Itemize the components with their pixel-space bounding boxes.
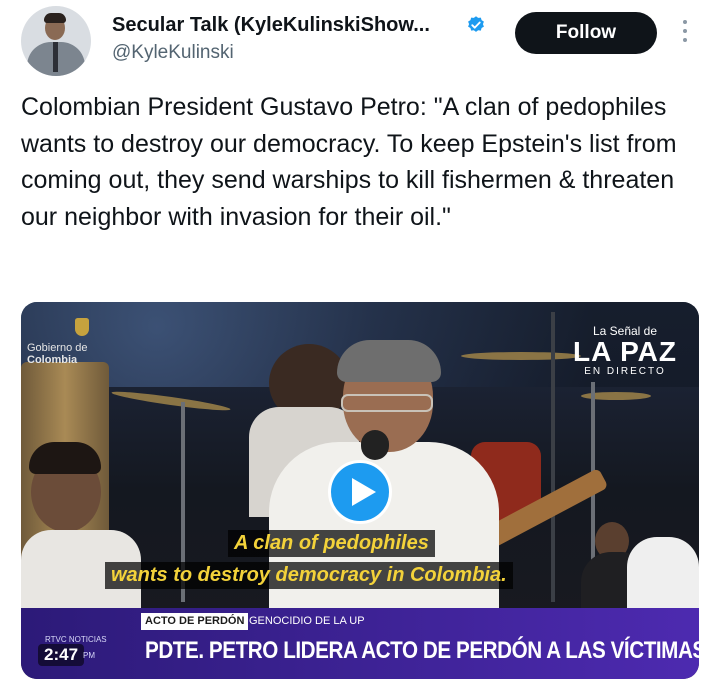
background-person-shirt bbox=[627, 537, 699, 617]
subtitle-line2: wants to destroy democracy in Colombia. bbox=[105, 562, 513, 589]
gov-logo-line2: Colombia bbox=[27, 354, 78, 366]
verified-badge-icon bbox=[468, 16, 484, 32]
author-handle[interactable]: @KyleKulinski bbox=[112, 42, 234, 64]
video-duration: 2:47 bbox=[38, 644, 85, 666]
play-icon bbox=[352, 478, 376, 506]
cymbal bbox=[111, 388, 231, 414]
lower-third-subtitle: GENOCIDIO DE LA UP bbox=[249, 615, 365, 627]
microphone-stand bbox=[551, 312, 555, 602]
musician-hair bbox=[29, 442, 101, 474]
lower-third-headline: PDTE. PETRO LIDERA ACTO DE PERDÓN A LAS … bbox=[145, 637, 699, 664]
play-button[interactable] bbox=[328, 460, 392, 524]
speaker-glasses bbox=[341, 394, 433, 412]
channel-line3: EN DIRECTO bbox=[584, 366, 666, 377]
channel-logo: La Señal de LA PAZ EN DIRECTO bbox=[573, 324, 677, 377]
more-vertical-icon[interactable] bbox=[678, 20, 692, 46]
follow-button[interactable]: Follow bbox=[515, 12, 657, 54]
time-suffix: PM bbox=[83, 651, 95, 660]
author-avatar[interactable] bbox=[21, 6, 91, 76]
author-display-name[interactable]: Secular Talk (KyleKulinskiShow... bbox=[112, 14, 430, 37]
cymbal bbox=[461, 352, 581, 360]
subtitle-line1: A clan of pedophiles bbox=[228, 530, 435, 557]
microphone bbox=[361, 430, 389, 460]
government-logo: Gobierno de Colombia bbox=[27, 342, 88, 366]
tweet-text: Colombian President Gustavo Petro: "A cl… bbox=[21, 93, 677, 231]
colombia-shield-icon bbox=[75, 318, 89, 336]
network-label: RTVC NOTICIAS bbox=[45, 635, 107, 644]
speaker-hair bbox=[337, 340, 441, 382]
lower-third-tag: ACTO DE PERDÓN bbox=[141, 613, 249, 630]
gov-logo-line1: Gobierno de bbox=[27, 342, 88, 354]
channel-line2: LA PAZ bbox=[573, 336, 677, 367]
video-player[interactable]: Gobierno de Colombia La Señal de LA PAZ … bbox=[21, 302, 699, 679]
